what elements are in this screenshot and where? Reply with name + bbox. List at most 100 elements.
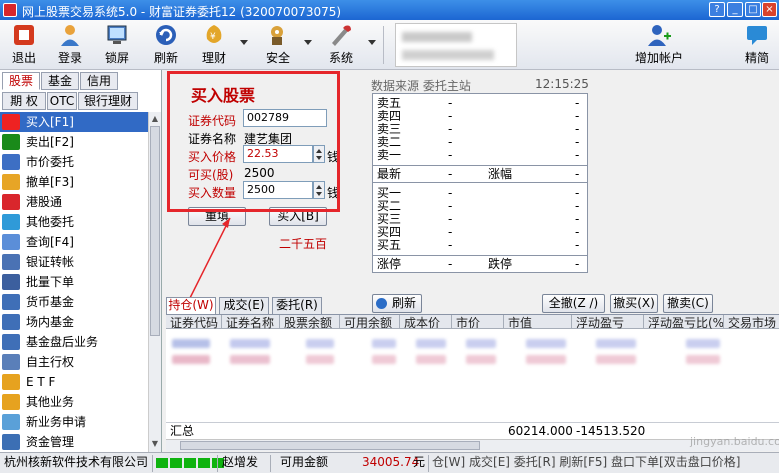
menu-item-hk-connect[interactable]: 港股通	[0, 192, 148, 212]
quote-source-label: 数据来源 委托主站	[371, 79, 471, 93]
buy-button[interactable]: 买入[B]	[269, 207, 327, 226]
quote-panel: 卖五 - - 卖四 - - 卖三 - - 卖二 - - 卖一 - - 最新 - 涨幅 - 买一 - - 买二…	[372, 93, 588, 273]
simple-mode-button[interactable]: 精简	[740, 23, 774, 67]
tab-deals[interactable]: 成交(E)	[219, 297, 269, 314]
menu-item-query[interactable]: 查询[F4]	[0, 232, 148, 252]
exchange-fund-icon	[2, 314, 20, 330]
menu-item-money-fund[interactable]: 货币基金	[0, 292, 148, 312]
menu-item-other-business[interactable]: 其他业务	[0, 392, 148, 412]
menu-item-exchange-fund[interactable]: 场内基金	[0, 312, 148, 332]
other-business-icon	[2, 394, 20, 410]
menu-item-cancel-order[interactable]: 撤单[F3]	[0, 172, 148, 192]
blurred-cell	[172, 355, 210, 364]
security-icon	[271, 26, 283, 45]
account-line-blurred	[402, 50, 494, 60]
column-header[interactable]: 证券名称	[222, 315, 280, 329]
grid-horizontal-scrollbar[interactable]	[166, 439, 779, 451]
column-header[interactable]: 股票余额	[280, 315, 340, 329]
scroll-down-icon[interactable]: ▼	[150, 438, 160, 450]
security-dropdown-arrow[interactable]	[304, 40, 312, 45]
column-header[interactable]: 浮动盈亏比(%)	[644, 315, 724, 329]
grid-refresh-button[interactable]: 刷新	[372, 294, 422, 313]
watermark: jingyan.baidu.com	[690, 435, 779, 448]
system-dropdown-arrow[interactable]	[368, 40, 376, 45]
tab-options[interactable]: 期 权	[2, 92, 46, 110]
price-stepper[interactable]	[313, 145, 325, 163]
wealth-button[interactable]: ¥ 理财	[196, 23, 232, 67]
column-header[interactable]: 成本价	[400, 315, 452, 329]
lock-screen-button[interactable]: 锁屏	[99, 23, 135, 67]
menu-item-etf[interactable]: E T F	[0, 372, 148, 392]
column-header[interactable]: 市值	[504, 315, 572, 329]
ask-row: 卖三 - -	[377, 122, 580, 136]
tab-funds[interactable]: 基金	[41, 72, 79, 90]
menu-item-new-business[interactable]: 新业务申请	[0, 412, 148, 432]
available-value: 2500	[244, 166, 275, 180]
menu-item-bank-transfer[interactable]: 银证转帐	[0, 252, 148, 272]
login-button[interactable]: 登录	[52, 23, 88, 67]
menu-scrollbar[interactable]: ▲ ▼	[148, 112, 161, 452]
blurred-cell	[526, 339, 566, 348]
bid-row: 买二 - -	[377, 199, 580, 213]
scrollbar-thumb[interactable]	[180, 441, 480, 450]
shortcut-hints: 仓[W] 成交[E] 委托[R] 刷新[F5] 盘口下单[双击盘口价格]	[432, 455, 741, 469]
menu-item-batch-order[interactable]: 批量下单	[0, 272, 148, 292]
tab-stocks[interactable]: 股票	[2, 72, 40, 90]
blurred-cell	[372, 339, 396, 348]
close-button[interactable]: ×	[762, 2, 777, 17]
cancel-all-button[interactable]: 全撤(Z /)	[542, 294, 605, 313]
cancel-buy-button[interactable]: 撤买(X)	[610, 294, 658, 313]
quantity-label: 买入数量	[188, 186, 237, 200]
price-label: 买入价格	[188, 150, 237, 164]
table-row[interactable]	[166, 353, 779, 367]
column-header[interactable]: 市价	[452, 315, 504, 329]
maximize-button[interactable]: □	[745, 2, 761, 17]
grid-total-row: 汇总 60214.000 -14513.520	[166, 422, 779, 438]
menu-item-market-order[interactable]: 市价委托	[0, 152, 148, 172]
blurred-cell	[172, 339, 210, 348]
tab-holdings[interactable]: 持仓(W)	[166, 297, 216, 315]
hk-flag-icon	[2, 194, 20, 210]
menu-item-buy[interactable]: 买入[F1]	[0, 112, 148, 132]
tab-bank-wealth[interactable]: 银行理财	[78, 92, 138, 110]
title-bar[interactable]: 网上股票交易系统5.0 - 财富证券委托12 (320070073075) ? …	[0, 0, 779, 20]
scroll-up-icon[interactable]: ▲	[150, 113, 160, 125]
exit-button[interactable]: 退出	[6, 23, 42, 67]
system-button[interactable]: 系统	[323, 23, 359, 67]
minimize-button[interactable]: _	[727, 2, 743, 17]
bid-row: 买五 - -	[377, 238, 580, 252]
menu-item-fund-management[interactable]: 资金管理	[0, 432, 148, 452]
security-button[interactable]: 安全	[260, 23, 296, 67]
wealth-icon: ¥	[206, 25, 222, 43]
tab-otc[interactable]: OTC	[47, 92, 77, 110]
quote-time: 12:15:25	[535, 77, 589, 91]
menu-item-self-exercise[interactable]: 自主行权	[0, 352, 148, 372]
available-amount-value: 34005.74	[362, 455, 420, 469]
help-icon[interactable]: ?	[709, 2, 725, 17]
refresh-icon	[376, 298, 387, 309]
menu-item-fund-after-hours[interactable]: 基金盘后业务	[0, 332, 148, 352]
refresh-button[interactable]: 刷新	[148, 23, 184, 67]
menu-item-sell[interactable]: 卖出[F2]	[0, 132, 148, 152]
menu-item-other-orders[interactable]: 其他委托	[0, 212, 148, 232]
table-row[interactable]	[166, 337, 779, 351]
quantity-input[interactable]: 2500	[243, 181, 313, 199]
fund-management-icon	[2, 434, 20, 450]
status-separator	[270, 455, 271, 472]
column-header[interactable]: 可用余额	[340, 315, 400, 329]
tab-orders[interactable]: 委托(R)	[272, 297, 322, 314]
add-account-button[interactable]: 增加帐户	[632, 23, 686, 67]
quantity-stepper[interactable]	[313, 181, 325, 199]
holdings-grid: 证券代码 证券名称 股票余额 可用余额 成本价 市价 市值 浮动盈亏 浮动盈亏比…	[166, 314, 779, 439]
scrollbar-thumb[interactable]	[150, 126, 160, 336]
tab-credit[interactable]: 信用	[80, 72, 118, 90]
code-input[interactable]: 002789	[243, 109, 327, 127]
column-header[interactable]: 交易市场	[724, 315, 779, 329]
wealth-dropdown-arrow[interactable]	[240, 40, 248, 45]
price-input[interactable]: 22.53	[243, 145, 313, 163]
latest-row: 最新 - 涨幅 -	[373, 165, 587, 183]
column-header[interactable]: 浮动盈亏	[572, 315, 644, 329]
cancel-sell-button[interactable]: 撤卖(C)	[663, 294, 713, 313]
function-menu: 买入[F1] 卖出[F2] 市价委托 撤单[F3] 港股通 其他委托 查询[F4…	[0, 112, 148, 452]
column-header[interactable]: 证券代码	[166, 315, 222, 329]
